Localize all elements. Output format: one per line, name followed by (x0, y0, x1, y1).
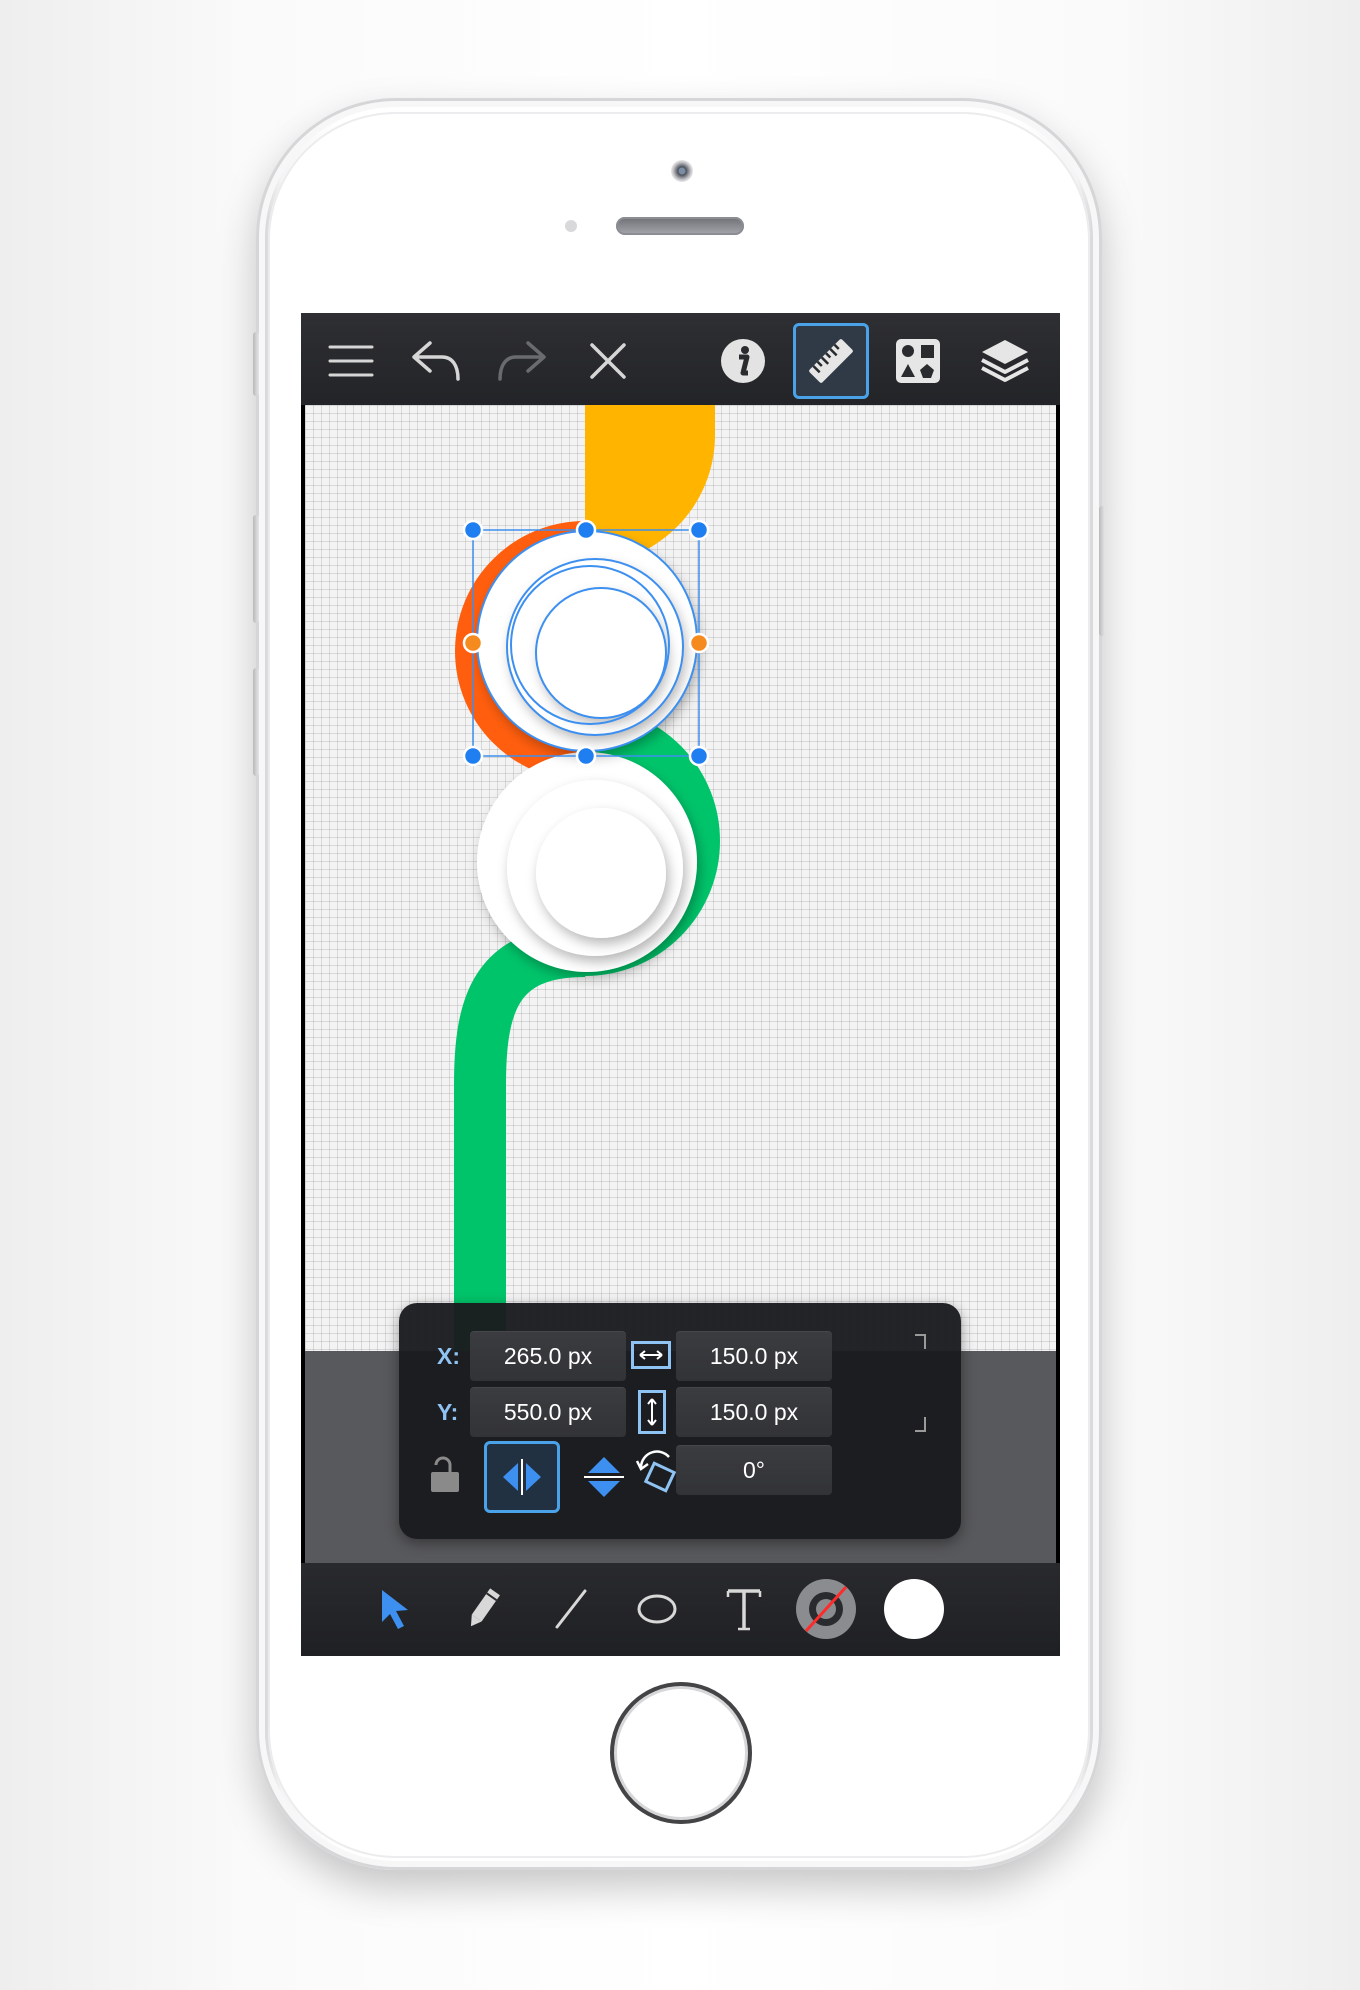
height-field[interactable]: 150.0 px (676, 1387, 832, 1437)
line-icon[interactable] (539, 1577, 603, 1641)
close-icon[interactable] (570, 323, 646, 399)
info-icon[interactable] (705, 323, 781, 399)
y-label: Y: (437, 1399, 459, 1425)
menu-icon[interactable] (313, 323, 389, 399)
redo-icon[interactable] (484, 323, 560, 399)
top-toolbar (301, 313, 1060, 405)
select-arrow-icon[interactable] (364, 1577, 428, 1641)
x-field[interactable]: 265.0 px (470, 1331, 626, 1381)
ruler-icon[interactable] (793, 323, 869, 399)
geometry-inspector: X: 265.0 px Y: 550.0 px 150.0 px 150.0 p… (399, 1303, 961, 1539)
height-icon (637, 1389, 667, 1435)
tools-bar (301, 1563, 1060, 1656)
ellipse-icon[interactable] (625, 1577, 689, 1641)
rotation-field[interactable]: 0° (676, 1445, 832, 1495)
proximity-sensor (565, 220, 577, 232)
home-button[interactable] (610, 1682, 752, 1824)
power-button (1099, 506, 1105, 636)
fill-color-swatch[interactable] (882, 1577, 946, 1641)
x-label: X: (437, 1343, 460, 1369)
front-camera (671, 160, 693, 182)
text-icon[interactable] (712, 1577, 776, 1641)
unlock-icon[interactable] (425, 1451, 465, 1499)
y-field[interactable]: 550.0 px (470, 1387, 626, 1437)
white-button-selected[interactable] (476, 530, 698, 752)
volume-down-button (253, 668, 259, 776)
white-button-lower[interactable] (477, 752, 697, 972)
app-screen: X: 265.0 px Y: 550.0 px 150.0 px 150.0 p… (301, 313, 1060, 1656)
earpiece-speaker (616, 217, 744, 235)
shapes-library-icon[interactable] (880, 323, 956, 399)
mute-switch (253, 332, 259, 396)
layers-icon[interactable] (967, 323, 1043, 399)
flip-horizontal-button[interactable] (484, 1441, 560, 1513)
aspect-link-icon[interactable] (913, 1333, 929, 1433)
undo-icon[interactable] (398, 323, 474, 399)
volume-up-button (253, 515, 259, 623)
stroke-color-swatch[interactable] (794, 1577, 858, 1641)
width-icon (631, 1338, 671, 1372)
width-field[interactable]: 150.0 px (676, 1331, 832, 1381)
pencil-icon[interactable] (451, 1577, 515, 1641)
